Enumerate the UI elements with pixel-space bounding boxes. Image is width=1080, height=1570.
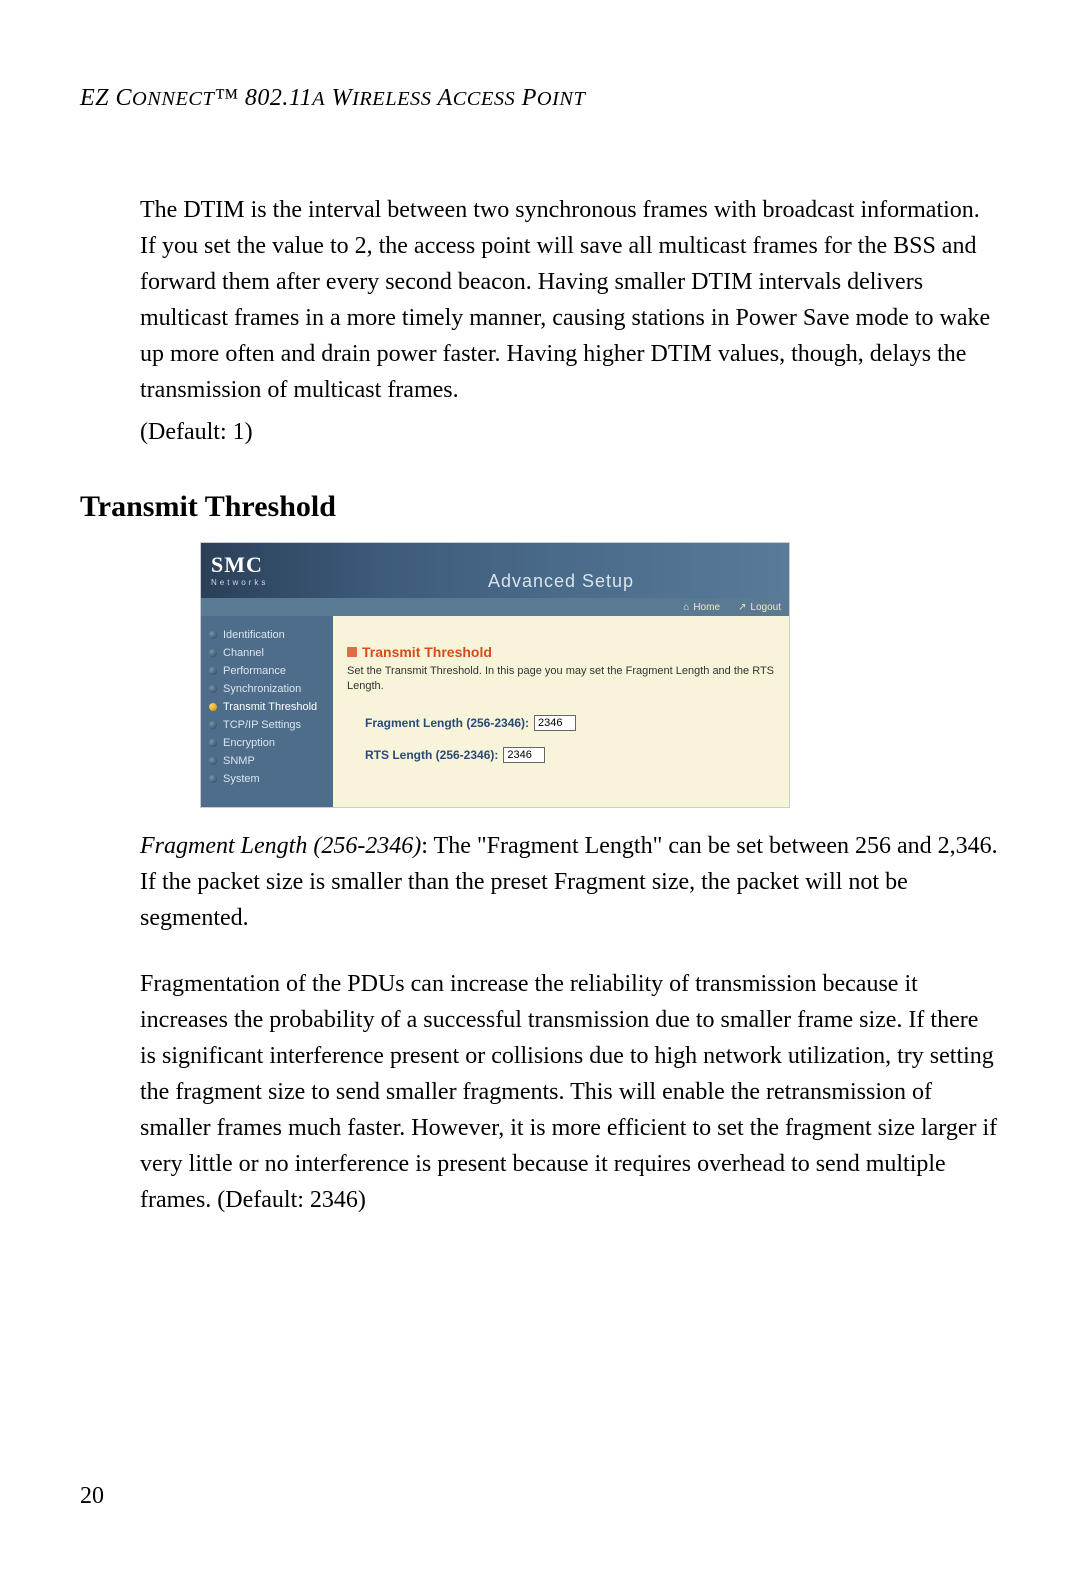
nav-label: Performance <box>223 665 286 677</box>
nav-label: System <box>223 773 260 785</box>
nav-performance[interactable]: Performance <box>201 662 333 680</box>
nav-label: Encryption <box>223 737 275 749</box>
banner-area: Advanced Setup <box>333 543 789 598</box>
bullet-icon-active <box>209 703 217 711</box>
logo-area: SMC Networks <box>201 543 333 598</box>
rts-label: RTS Length (256-2346): <box>365 748 498 762</box>
bullet-icon <box>209 721 217 729</box>
fragment-length-paragraph: Fragment Length (256-2346): The "Fragmen… <box>140 828 1000 936</box>
fragment-label: Fragment Length (256-2346): <box>365 716 529 730</box>
banner-title: Advanced Setup <box>488 571 634 592</box>
nav-transmit-threshold[interactable]: Transmit Threshold <box>201 698 333 716</box>
logo-subtext: Networks <box>211 578 323 587</box>
sidebar-nav: Identification Channel Performance Synch… <box>201 616 333 807</box>
top-toolbar: ⌂ Home ↗ Logout <box>201 598 789 616</box>
nav-label: TCP/IP Settings <box>223 719 301 731</box>
logout-label: Logout <box>750 602 781 613</box>
rts-field: RTS Length (256-2346): <box>365 747 775 763</box>
embedded-screenshot: SMC Networks Advanced Setup ⌂ Home ↗ Log… <box>200 542 790 808</box>
page-number: 20 <box>80 1483 104 1510</box>
fragment-input[interactable] <box>534 715 576 731</box>
nav-snmp[interactable]: SNMP <box>201 752 333 770</box>
bullet-icon <box>209 775 217 783</box>
screenshot-main: Transmit Threshold Set the Transmit Thre… <box>333 616 789 807</box>
bullet-icon <box>209 685 217 693</box>
dtim-paragraph: The DTIM is the interval between two syn… <box>140 192 1000 408</box>
content-title: Transmit Threshold <box>362 644 492 660</box>
nav-label: SNMP <box>223 755 255 767</box>
nav-channel[interactable]: Channel <box>201 644 333 662</box>
bullet-icon <box>209 739 217 747</box>
screenshot-header: SMC Networks Advanced Setup <box>201 543 789 598</box>
bullet-icon <box>209 649 217 657</box>
nav-encryption[interactable]: Encryption <box>201 734 333 752</box>
nav-label: Synchronization <box>223 683 301 695</box>
logout-icon: ↗ <box>738 602 746 613</box>
nav-label: Transmit Threshold <box>223 701 317 713</box>
dtim-default: (Default: 1) <box>140 414 1000 450</box>
nav-label: Channel <box>223 647 264 659</box>
running-header: EZ CONNECT™ 802.11A WIRELESS ACCESS POIN… <box>80 85 1000 112</box>
rts-input[interactable] <box>503 747 545 763</box>
nav-tcpip-settings[interactable]: TCP/IP Settings <box>201 716 333 734</box>
fragment-field: Fragment Length (256-2346): <box>365 715 775 731</box>
nav-synchronization[interactable]: Synchronization <box>201 680 333 698</box>
content-description: Set the Transmit Threshold. In this page… <box>347 664 775 695</box>
section-heading: Transmit Threshold <box>80 490 1000 524</box>
logo-text: SMC <box>211 554 323 576</box>
bullet-icon <box>209 757 217 765</box>
home-icon: ⌂ <box>683 602 689 613</box>
nav-label: Identification <box>223 629 285 641</box>
home-link[interactable]: ⌂ Home <box>683 602 720 613</box>
logout-link[interactable]: ↗ Logout <box>738 602 781 613</box>
fragment-lead: Fragment Length (256-2346) <box>140 833 421 859</box>
nav-system[interactable]: System <box>201 770 333 788</box>
screenshot-body: Identification Channel Performance Synch… <box>201 616 789 807</box>
bullet-icon <box>209 667 217 675</box>
nav-identification[interactable]: Identification <box>201 626 333 644</box>
home-label: Home <box>693 602 720 613</box>
grid-icon <box>347 647 357 657</box>
bullet-icon <box>209 631 217 639</box>
content-title-row: Transmit Threshold <box>347 644 775 660</box>
header-text: EZ CONNECT™ 802.11A WIRELESS ACCESS POIN… <box>80 85 585 111</box>
fragmentation-paragraph: Fragmentation of the PDUs can increase t… <box>140 966 1000 1218</box>
